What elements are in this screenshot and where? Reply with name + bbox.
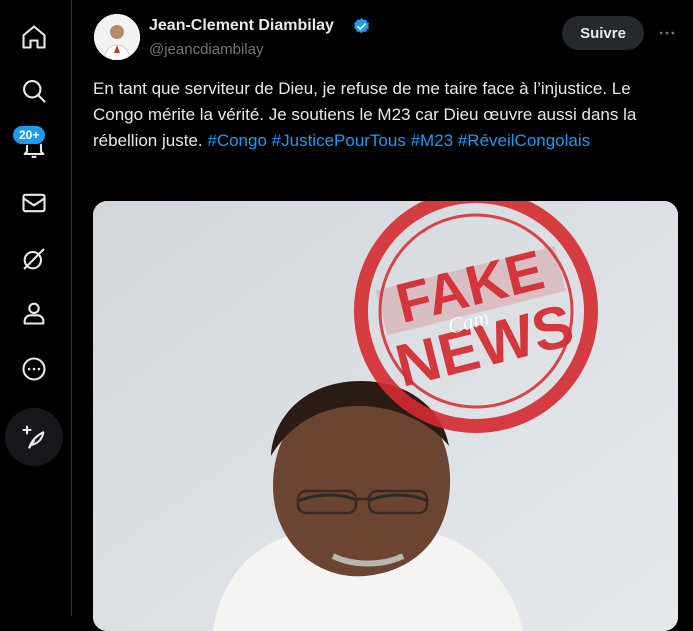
sidebar-nav: 20+ (0, 0, 72, 616)
feather-plus-icon (22, 425, 45, 449)
hashtag-link[interactable]: #Congo (207, 131, 267, 150)
hashtag-link[interactable]: #RéveilCongolais (458, 131, 590, 150)
avatar[interactable] (94, 14, 140, 60)
more-circle-icon[interactable] (15, 350, 53, 388)
tweet-column: Jean-Clement Diambilay @jeancdiambilay S… (73, 0, 693, 631)
verified-badge-icon (353, 18, 370, 34)
notifications-badge: 20+ (12, 125, 47, 145)
follow-button[interactable]: Suivre (562, 16, 644, 50)
media-photo: FAKE NEWS Cam (93, 201, 678, 631)
tweet-media-image[interactable]: FAKE NEWS Cam (93, 201, 678, 631)
more-options-icon[interactable] (653, 19, 681, 47)
search-icon[interactable] (15, 72, 53, 110)
display-name[interactable]: Jean-Clement Diambilay (149, 17, 334, 35)
hashtag-link[interactable]: #M23 (411, 131, 454, 150)
user-handle[interactable]: @jeancdiambilay (149, 41, 263, 58)
home-icon[interactable] (15, 18, 53, 56)
profile-icon[interactable] (15, 294, 53, 332)
tweet-text: En tant que serviteur de Dieu, je refuse… (93, 76, 653, 154)
hashtag-link[interactable]: #JusticePourTous (272, 131, 406, 150)
mail-icon[interactable] (15, 184, 53, 222)
compose-post-button[interactable] (5, 408, 63, 466)
grok-icon[interactable] (15, 240, 53, 278)
